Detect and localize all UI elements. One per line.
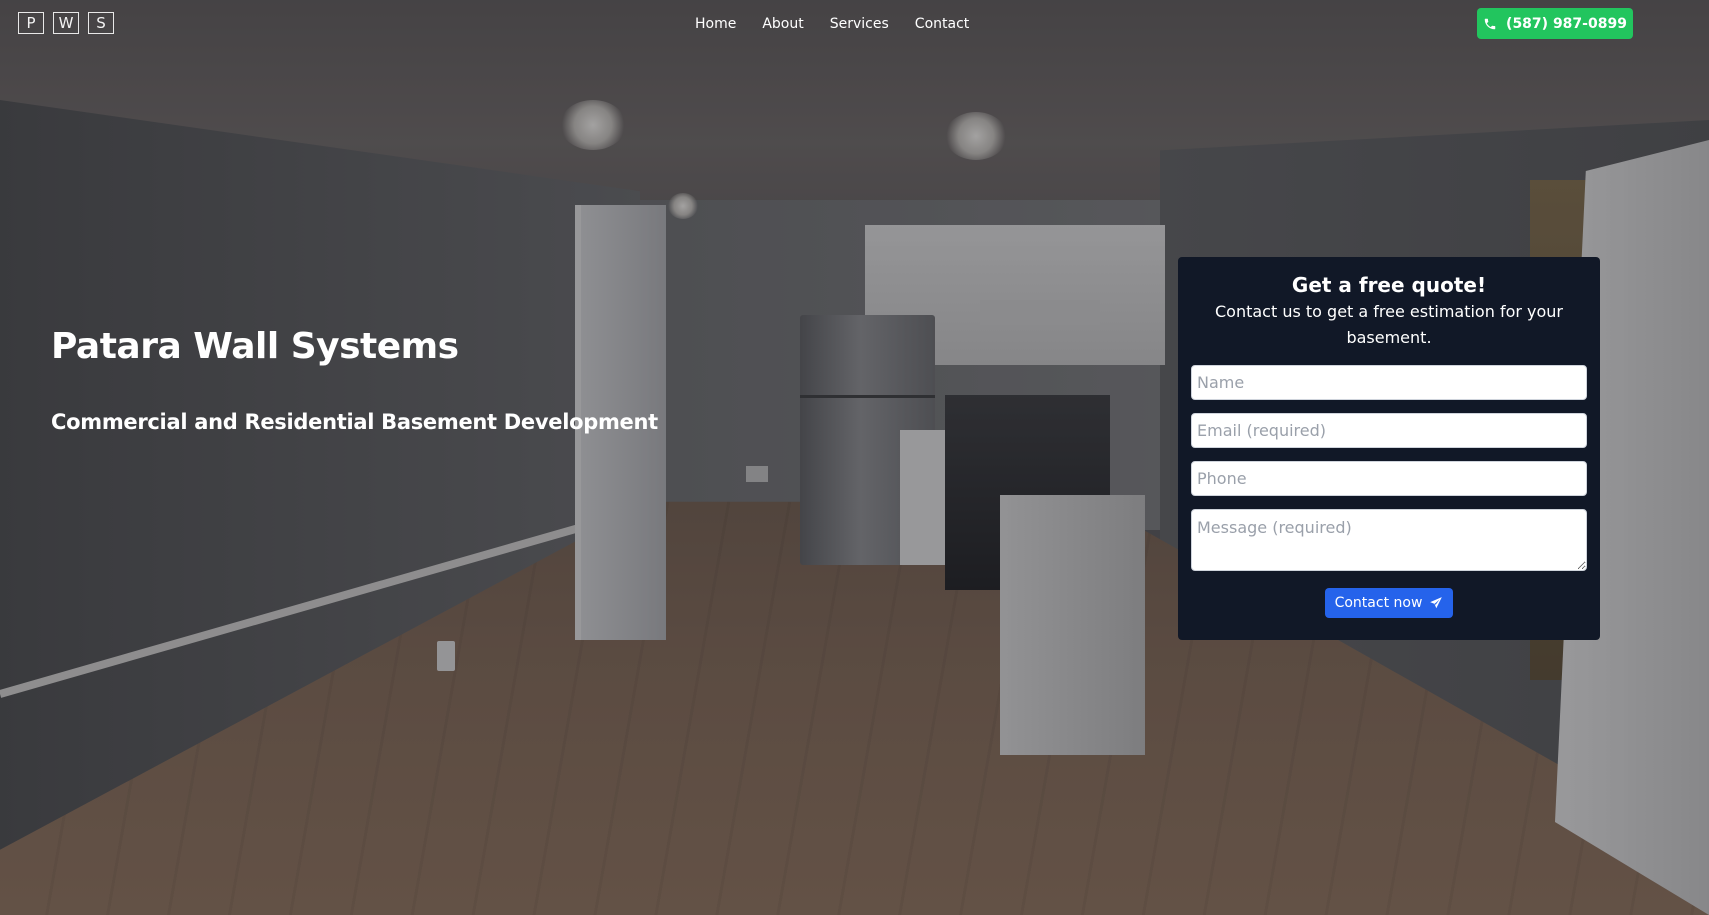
logo-letter: S [88,12,114,34]
phone-button[interactable]: (587) 987-0899 [1477,8,1633,39]
contact-now-label: Contact now [1334,595,1423,611]
hero-title: Patara Wall Systems [51,326,459,367]
message-input[interactable] [1191,509,1587,571]
email-input[interactable] [1191,413,1587,448]
quote-title: Get a free quote! [1291,273,1487,297]
name-input[interactable] [1191,365,1587,400]
nav-home[interactable]: Home [695,15,736,33]
site-header: P W S Home About Services Contact (587) … [0,0,1709,48]
main-nav: Home About Services Contact [695,15,995,33]
hero-section: P W S Home About Services Contact (587) … [0,0,1709,915]
quote-description: Contact us to get a free estimation for … [1214,302,1563,347]
paper-plane-icon [1430,597,1443,609]
nav-contact[interactable]: Contact [915,15,969,33]
nav-services[interactable]: Services [830,15,889,33]
phone-number: (587) 987-0899 [1506,15,1627,32]
submit-wrap: Contact now [1191,588,1587,618]
hero-subtitle: Commercial and Residential Basement Deve… [51,410,658,434]
quote-form: Contact now [1191,365,1587,618]
logo-letter: P [18,12,44,34]
site-logo[interactable]: P W S [18,12,114,34]
logo-letter: W [53,12,79,34]
quote-card: Get a free quote! Contact us to get a fr… [1178,257,1600,640]
phone-input[interactable] [1191,461,1587,496]
nav-about[interactable]: About [762,15,803,33]
contact-now-button[interactable]: Contact now [1325,588,1453,618]
phone-icon [1484,18,1496,29]
